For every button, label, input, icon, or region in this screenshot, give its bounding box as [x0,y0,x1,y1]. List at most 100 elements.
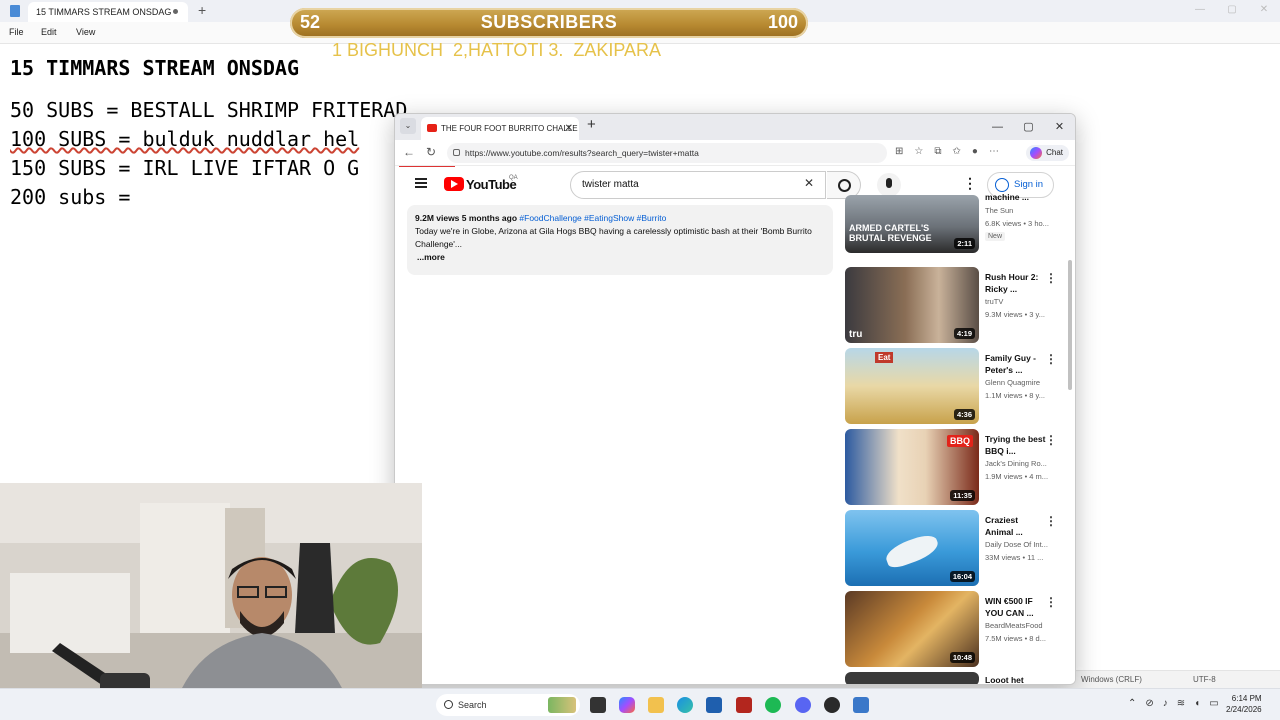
refresh-icon[interactable]: ↻ [426,145,436,159]
browser-tabbar: ⌄ THE FOUR FOOT BURRITO CHALLE ✕ + — ▢ ✕ [395,114,1075,140]
video-thumbnail[interactable] [845,672,979,684]
scrollbar-thumb[interactable] [1068,260,1072,390]
video-thumbnail[interactable]: 10:48 [845,591,979,667]
video-title[interactable]: Family Guy - Peter's ... [985,352,1047,376]
more-actions-icon[interactable]: ⋮ [1045,271,1057,285]
back-arrow-icon[interactable]: ← [403,145,415,159]
more-menu-icon[interactable]: ⋯ [989,146,999,157]
recommendation-item[interactable]: 16:04 Craziest Animal ... Daily Dose Of … [845,510,1065,588]
minimize-icon[interactable]: — [982,114,1013,140]
country-code: QA [509,175,518,181]
channel-name[interactable]: BeardMeatsFood [985,621,1043,630]
video-hashtags[interactable]: #FoodChallenge #EatingShow #Burrito [519,213,666,223]
video-description-box[interactable]: 9.2M views 5 months ago #FoodChallenge #… [407,205,833,275]
copilot-taskbar-icon[interactable] [619,697,635,713]
copilot-chat-button[interactable]: Chat [1026,145,1069,161]
taskbar-search-placeholder: Search [458,700,487,710]
channel-name[interactable]: truTV [985,297,1003,306]
notepad-new-tab-icon[interactable]: + [198,2,206,18]
video-thumbnail[interactable]: BBQ 11:35 [845,429,979,505]
favorites-star-icon[interactable]: ☆ [914,146,923,157]
more-actions-icon[interactable]: ⋮ [1045,514,1057,528]
menu-edit[interactable]: Edit [41,27,57,37]
task-view-icon[interactable] [590,697,606,713]
spotify-icon[interactable] [765,697,781,713]
desktop: 15 TIMMARS STREAM ONSDAG + — ▢ ✕ File Ed… [0,0,1280,720]
recommendation-item[interactable]: ARMED CARTEL'S BRUTAL REVENGE 2:11 machi… [845,192,1065,263]
app-available-icon[interactable]: ⊞ [895,146,903,157]
tab-actions-chevron-icon[interactable]: ⌄ [400,118,416,134]
video-thumbnail[interactable]: Eat 4:36 [845,348,979,424]
channel-name[interactable]: The Sun [985,206,1013,215]
subscriber-goal-target: 100 [767,12,798,32]
discord-icon[interactable] [795,697,811,713]
unsaved-dot-icon[interactable] [173,9,178,14]
obs-icon[interactable] [824,697,840,713]
volume-icon[interactable]: ◖ [1194,698,1200,709]
youtube-logo-icon[interactable] [444,177,464,191]
network-off-icon[interactable]: ⊘ [1145,698,1153,709]
microphone-icon[interactable]: ♪ [1163,698,1168,709]
youtube-search-input[interactable]: twister matta [570,171,826,199]
profile-avatar-icon[interactable]: ● [972,146,978,157]
video-title[interactable]: machine ... [985,191,1047,203]
show-more-link[interactable]: ...more [417,251,825,264]
site-info-icon[interactable] [453,149,460,156]
edge-icon[interactable] [677,697,693,713]
more-actions-icon[interactable]: ⋮ [1045,595,1057,609]
video-title[interactable]: Craziest Animal ... [985,514,1047,538]
store-icon[interactable] [706,697,722,713]
trutv-logo-text: tru [849,329,863,340]
close-icon[interactable]: ✕ [1248,0,1280,22]
notepad-tab[interactable]: 15 TIMMARS STREAM ONSDAG [28,2,188,22]
more-actions-icon[interactable]: ⋮ [1045,352,1057,366]
system-tray: ⌃ ⊘ ♪ ≋ ◖ ▭ [1128,698,1219,709]
recommendation-item[interactable]: BBQ 11:35 Trying the best BBQ i... Jack'… [845,429,1065,507]
more-actions-icon[interactable]: ⋮ [1045,433,1057,447]
close-icon[interactable]: ✕ [1044,114,1075,140]
extensions-icon[interactable]: ⧉ [934,146,941,157]
recommendation-item[interactable]: Looot het [845,672,1065,684]
hamburger-menu-icon[interactable] [415,178,427,188]
video-title[interactable]: Looot het [985,674,1047,684]
video-title[interactable]: Rush Hour 2: Ricky ... [985,271,1047,295]
channel-name[interactable]: Daily Dose Of Int... [985,540,1048,549]
taskbar-clock[interactable]: 6:14 PM 2/24/2026 [1226,693,1262,715]
recommendation-item[interactable]: Eat 4:36 Family Guy - Peter's ... Glenn … [845,348,1065,426]
wifi-icon[interactable]: ≋ [1177,698,1185,709]
encoding-status[interactable]: UTF-8 [1193,675,1216,684]
collections-icon[interactable]: ✩ [953,146,961,157]
close-tab-icon[interactable]: ✕ [565,117,573,140]
maximize-icon[interactable]: ▢ [1013,114,1044,140]
video-thumbnail[interactable]: ARMED CARTEL'S BRUTAL REVENGE 2:11 [845,195,979,253]
video-thumbnail[interactable]: 16:04 [845,510,979,586]
tray-chevron-up-icon[interactable]: ⌃ [1128,698,1136,709]
address-bar[interactable]: https://www.youtube.com/results?search_q… [447,143,887,163]
minimize-icon[interactable]: — [1184,0,1216,22]
menu-view[interactable]: View [76,27,95,37]
recommendation-item[interactable]: tru 4:19 Rush Hour 2: Ricky ... truTV 9.… [845,267,1065,345]
file-explorer-icon[interactable] [648,697,664,713]
maximize-icon[interactable]: ▢ [1216,0,1248,22]
top-supporters-line: 1 BIGHUNCH 2,HATTOTI 3. ZAKIPARA [332,40,662,60]
adobe-icon[interactable] [736,697,752,713]
search-query-text: twister matta [582,179,639,190]
new-tab-icon[interactable]: + [587,116,596,133]
video-title[interactable]: WIN €500 IF YOU CAN ... [985,595,1047,619]
recommendation-item[interactable]: 10:48 WIN €500 IF YOU CAN ... BeardMeats… [845,591,1065,669]
copilot-chat-label: Chat [1046,148,1063,157]
battery-icon[interactable]: ▭ [1209,698,1218,709]
channel-name[interactable]: Jack's Dining Ro... [985,459,1047,468]
video-title[interactable]: Trying the best BBQ i... [985,433,1047,457]
search-highlight-icon[interactable] [548,697,576,713]
browser-tab-active[interactable]: THE FOUR FOOT BURRITO CHALLE ✕ [421,117,579,140]
clear-search-icon[interactable]: ✕ [804,176,814,190]
menu-file[interactable]: File [9,27,24,37]
notepad-taskbar-icon[interactable] [853,697,869,713]
video-thumbnail[interactable]: tru 4:19 [845,267,979,343]
page-scrollbar[interactable] [1067,170,1073,680]
channel-name[interactable]: Glenn Quagmire [985,378,1040,387]
voice-search-mic-icon[interactable] [877,173,901,197]
settings-kebab-icon[interactable]: ⋮ [963,175,977,192]
line-ending-status[interactable]: Windows (CRLF) [1081,675,1142,684]
